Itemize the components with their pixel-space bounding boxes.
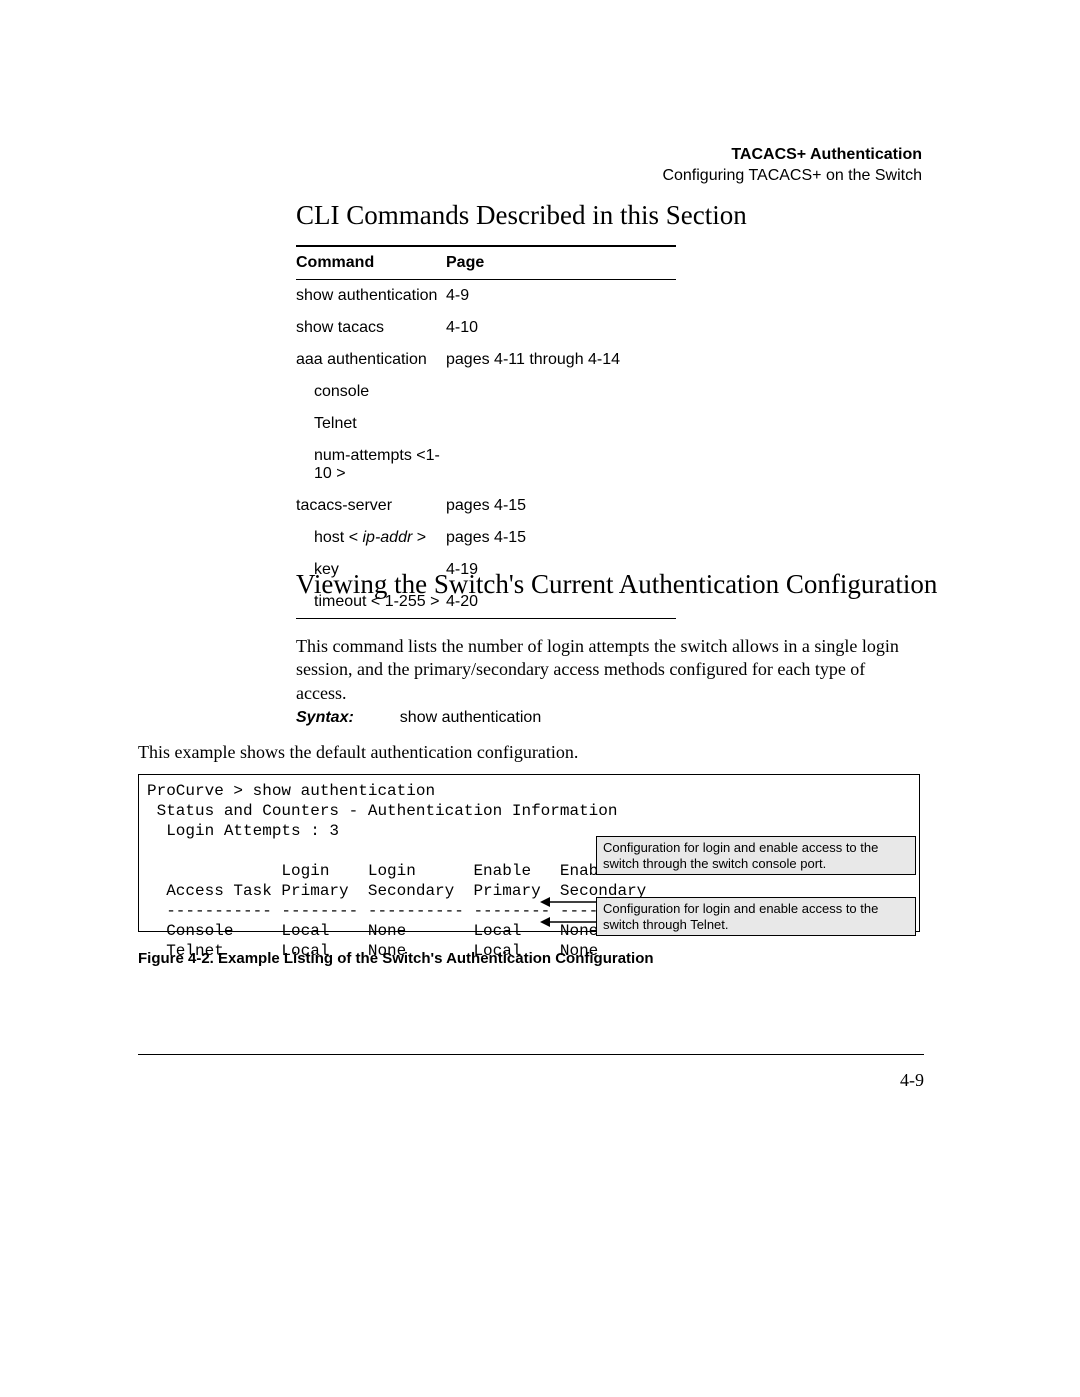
table-row: show authentication4-9: [296, 280, 676, 313]
th-command: Command: [296, 246, 446, 280]
section-heading: CLI Commands Described in this Section: [296, 200, 747, 231]
syntax-value: show authentication: [400, 709, 541, 726]
th-page: Page: [446, 246, 676, 280]
table-row: show tacacs4-10: [296, 312, 676, 344]
footer-rule: [138, 1054, 924, 1055]
body-paragraph: This command lists the number of login a…: [296, 635, 916, 705]
syntax-label: Syntax:: [296, 709, 354, 726]
figure-caption: Figure 4-2. Example Listing of the Switc…: [138, 950, 654, 967]
page: TACACS+ Authentication Configuring TACAC…: [0, 0, 1080, 1397]
table-row: tacacs-serverpages 4-15: [296, 490, 676, 522]
table-row: num-attempts <1-10 >: [296, 440, 676, 490]
header-subtitle: Configuring TACACS+ on the Switch: [662, 166, 922, 187]
running-header: TACACS+ Authentication Configuring TACAC…: [662, 145, 922, 187]
table-row: host < ip-addr > pages 4-15: [296, 522, 676, 554]
example-paragraph: This example shows the default authentic…: [138, 742, 578, 763]
table-row: Telnet: [296, 408, 676, 440]
callout-telnet: Configuration for login and enable acces…: [596, 897, 916, 936]
table-row: aaa authenticationpages 4-11 through 4-1…: [296, 344, 676, 376]
table-row: console: [296, 376, 676, 408]
page-number: 4-9: [900, 1070, 924, 1091]
callout-console: Configuration for login and enable acces…: [596, 836, 916, 875]
header-title: TACACS+ Authentication: [662, 145, 922, 166]
syntax-line: Syntax: show authentication: [296, 709, 541, 727]
subsection-heading: Viewing the Switch's Current Authenticat…: [296, 569, 937, 600]
command-table: Command Page show authentication4-9 show…: [296, 245, 676, 619]
